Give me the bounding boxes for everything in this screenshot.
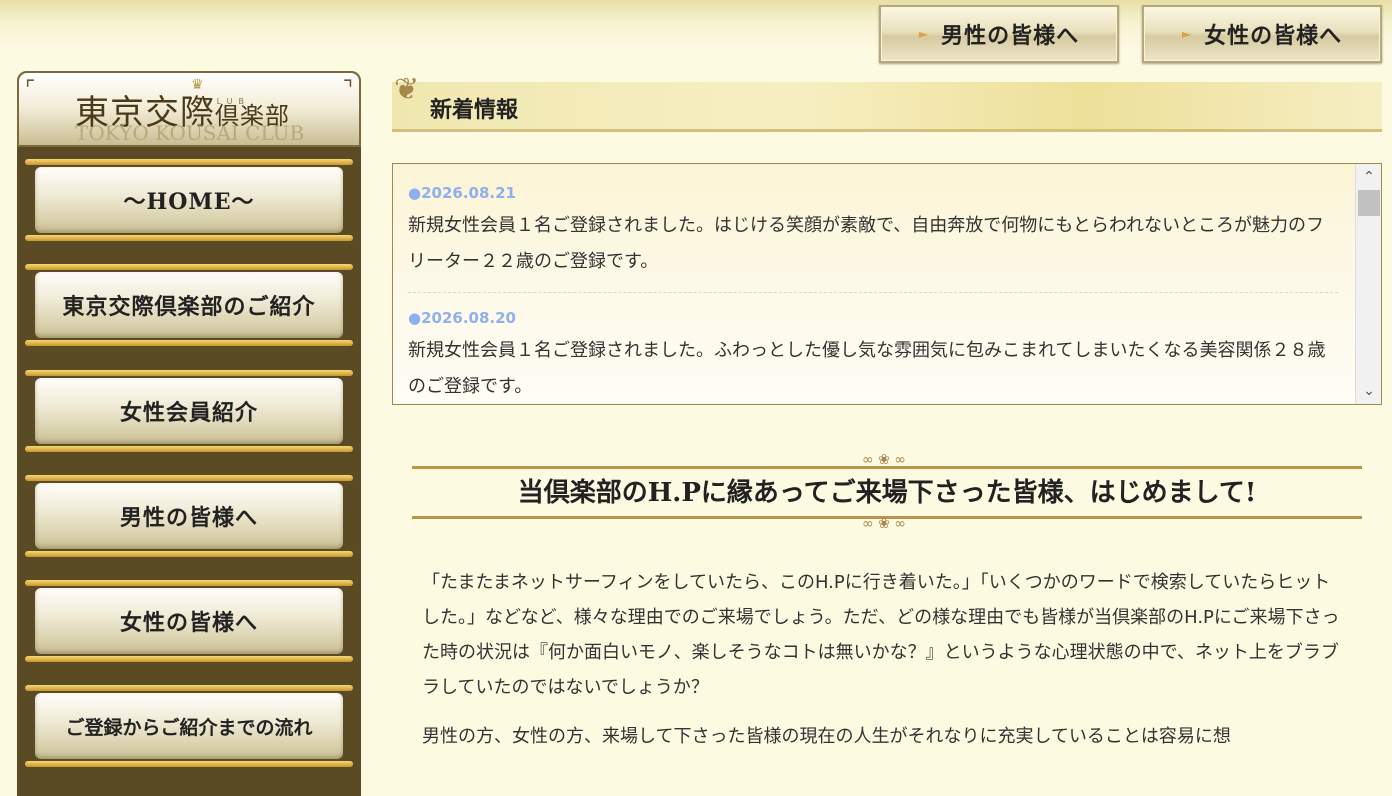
news-date: ●2026.08.21 [408, 184, 516, 202]
men-nav-button[interactable]: ► 男性の皆様へ [879, 5, 1119, 63]
women-nav-label: 女性の皆様へ [1204, 23, 1343, 49]
intro-paragraph: 「たまたまネットサーフィンをしていたら、このH.Pに行き着いた。」「いくつかのワ… [422, 572, 1340, 698]
sidebar-item-label: ～HOME～ [35, 167, 343, 233]
news-scrollbar[interactable]: ⌃ ⌄ [1355, 164, 1381, 404]
news-list[interactable]: ●2026.08.21 新規女性会員１名ご登録されました。はじける笑顔が素敵で、… [392, 163, 1382, 405]
sidebar-item-label: 女性の皆様へ [35, 588, 343, 654]
sidebar-item-flow[interactable]: ご登録からご紹介までの流れ [25, 681, 353, 771]
sidebar-item-label: 東京交際倶楽部のご紹介 [35, 272, 343, 338]
women-nav-button[interactable]: ► 女性の皆様へ [1142, 5, 1382, 63]
scrollbar-thumb[interactable] [1358, 190, 1380, 216]
chevron-down-icon[interactable]: ⌄ [1356, 380, 1381, 402]
sidebar-item-for-women[interactable]: 女性の皆様へ [25, 576, 353, 666]
ornament-icon: ⌜ [25, 77, 36, 102]
ornament-icon: ∞ ❀ ∞ [862, 452, 906, 468]
swirl-ornament-icon: ❦ [394, 72, 420, 107]
header-band [392, 82, 1382, 132]
men-nav-label: 男性の皆様へ [941, 23, 1080, 49]
intro-paragraph: 男性の方、女性の方、来場して下さった皆様の現在の人生がそれなりに充実していること… [422, 726, 1231, 747]
greeting-banner-text: 当倶楽部のH.Pに縁あってご来場下さった皆様、はじめまして! [392, 472, 1382, 509]
sidebar-item-label: ご登録からご紹介までの流れ [35, 693, 343, 759]
sidebar-item-label: 男性の皆様へ [35, 483, 343, 549]
ornament-icon: ∞ ❀ ∞ [862, 516, 906, 532]
sidebar-item-for-men[interactable]: 男性の皆様へ [25, 471, 353, 561]
sidebar-item-about[interactable]: 東京交際倶楽部のご紹介 [25, 260, 353, 350]
sidebar-item-label: 女性会員紹介 [35, 378, 343, 444]
logo-subtitle: TOKYO KOUSAI CLUB [75, 121, 305, 145]
news-date: ●2026.08.20 [408, 309, 516, 327]
greeting-banner: ❧ ☙ ∞ ❀ ∞ ∞ ❀ ∞ 当倶楽部のH.Pに縁あってご来場下さった皆様、は… [392, 452, 1382, 534]
chevron-up-icon[interactable]: ⌃ [1356, 166, 1381, 188]
news-text: 新規女性会員１名ご登録されました。ふわっとした優し気な雰囲気に包みこまれてしまい… [408, 340, 1326, 397]
ornament-icon: ⌝ [342, 77, 353, 102]
news-item: ●2026.08.21 新規女性会員１名ご登録されました。はじける笑顔が素敵で、… [408, 184, 1338, 293]
arrow-icon: ► [918, 27, 930, 41]
site-logo[interactable]: ⌜ ⌝ ♛ CLUB 東京交際倶楽部 TOKYO KOUSAI CLUB [17, 71, 361, 147]
intro-body: 「たまたまネットサーフィンをしていたら、このH.Pに行き着いた。」「いくつかのワ… [422, 565, 1342, 768]
news-text: 新規女性会員１名ご登録されました。はじける笑顔が素敵で、自由奔放で何物にもとらわ… [408, 215, 1325, 272]
news-section-header: ❦ 新着情報 [392, 72, 1382, 134]
news-item: ●2026.08.20 新規女性会員１名ご登録されました。ふわっとした優し気な雰… [408, 309, 1338, 404]
arrow-icon: ► [1181, 27, 1193, 41]
sidebar-item-female-members[interactable]: 女性会員紹介 [25, 366, 353, 456]
news-heading: 新着情報 [430, 97, 519, 123]
sidebar-item-home[interactable]: ～HOME～ [25, 155, 353, 245]
